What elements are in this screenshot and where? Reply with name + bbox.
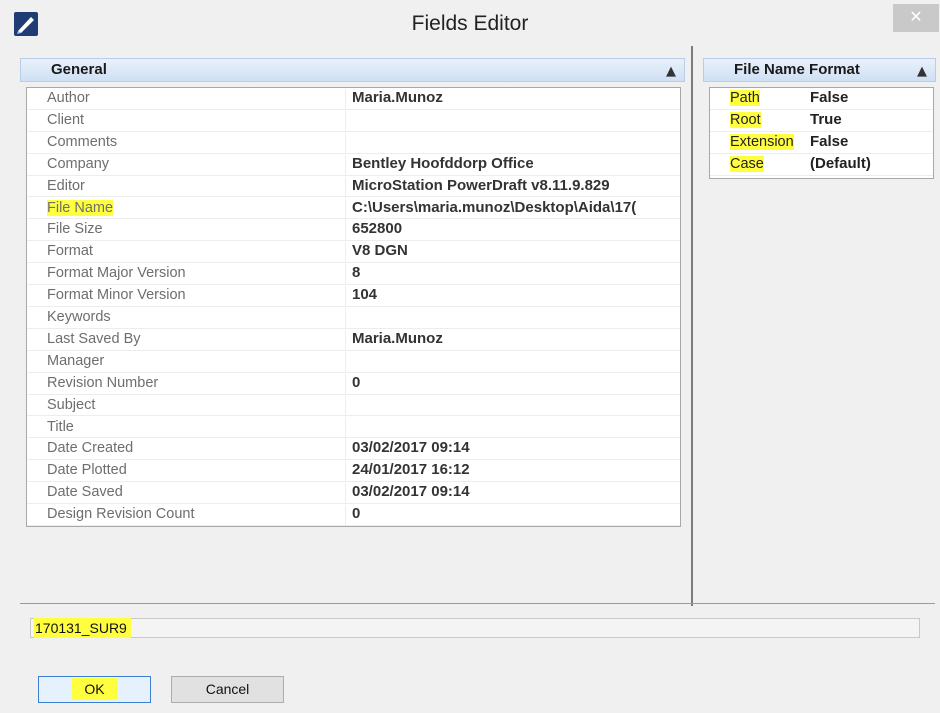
property-value[interactable]: V8 DGN xyxy=(345,242,680,264)
format-option-value[interactable]: True xyxy=(810,111,842,128)
format-option-value[interactable]: False xyxy=(810,133,848,150)
property-name: File Name xyxy=(47,199,114,216)
property-value[interactable]: Bentley Hoofddorp Office xyxy=(345,154,680,176)
property-name: Last Saved By xyxy=(47,330,141,347)
table-row[interactable]: Date Created 03/02/2017 09:14 xyxy=(27,438,680,461)
property-value[interactable]: 24/01/2017 16:12 xyxy=(345,461,680,483)
file-name-format-header-label: File Name Format xyxy=(734,61,860,78)
table-row[interactable]: Root True xyxy=(710,110,933,132)
format-option-name: Case xyxy=(730,156,764,172)
property-value[interactable] xyxy=(345,308,680,329)
property-name: Manager xyxy=(47,352,105,369)
table-row[interactable]: Date Saved 03/02/2017 09:14 xyxy=(27,482,680,505)
cancel-button[interactable]: Cancel xyxy=(171,676,284,703)
property-value[interactable]: 03/02/2017 09:14 xyxy=(345,483,680,505)
properties-table: Author Maria.Munoz Client Comments Company Be… xyxy=(26,87,681,527)
general-header-label: General xyxy=(51,61,107,78)
table-row[interactable]: Extension False xyxy=(710,132,933,154)
property-value[interactable]: 0 xyxy=(345,373,680,395)
property-name: Client xyxy=(47,111,85,128)
property-name: Format Minor Version xyxy=(47,287,186,304)
property-name: Editor xyxy=(47,177,85,194)
property-name: Title xyxy=(47,418,74,435)
property-name: Author xyxy=(47,90,90,106)
ok-button-label: OK xyxy=(72,678,117,700)
property-value[interactable]: 8 xyxy=(345,264,680,286)
property-value[interactable] xyxy=(345,351,680,373)
property-name: Format Major Version xyxy=(47,265,186,282)
file-name-format-table: Path False Root True Extension False Case (Defa… xyxy=(709,87,934,179)
property-name: Subject xyxy=(47,396,96,413)
close-button[interactable]: ✕ xyxy=(893,4,939,32)
property-value[interactable] xyxy=(345,110,680,132)
table-row[interactable]: Revision Number 0 xyxy=(27,373,680,395)
table-row[interactable]: File Name C:\Users\maria.munoz\Desktop\Ai… xyxy=(27,198,680,220)
file-name-format-panel: File Name Format ▲ Path False Root True Exte… xyxy=(703,58,936,182)
format-option-value[interactable]: (Default) xyxy=(810,155,871,172)
property-value[interactable]: MicroStation PowerDraft v8.11.9.829 xyxy=(345,176,680,198)
property-name: Date Saved xyxy=(47,484,123,501)
chevron-up-icon[interactable]: ▲ xyxy=(666,61,676,83)
property-name: Date Created xyxy=(47,440,134,457)
table-row[interactable]: Format Major Version 8 xyxy=(27,263,680,286)
table-row[interactable]: Title xyxy=(27,417,680,439)
table-row[interactable]: Design Revision Count 0 xyxy=(27,504,680,526)
table-row[interactable]: Company Bentley Hoofddorp Office xyxy=(27,154,680,176)
table-row[interactable]: Editor MicroStation PowerDraft v8.11.9.82… xyxy=(27,176,680,198)
property-value[interactable]: Maria.Munoz xyxy=(345,89,680,110)
table-row[interactable]: Author Maria.Munoz xyxy=(27,88,680,110)
property-value[interactable] xyxy=(345,395,680,417)
title-bar: Fields Editor ✕ xyxy=(0,0,940,48)
table-row[interactable]: Format Minor Version 104 xyxy=(27,285,680,308)
property-name: Comments xyxy=(47,133,118,150)
table-row[interactable]: Client xyxy=(27,110,680,132)
ok-button[interactable]: OK xyxy=(38,676,151,703)
table-row[interactable]: Last Saved By Maria.Munoz xyxy=(27,329,680,351)
format-option-name: Path xyxy=(730,90,760,106)
window-title: Fields Editor xyxy=(411,12,529,35)
property-name: Design Revision Count xyxy=(47,506,195,523)
table-row[interactable]: Keywords xyxy=(27,307,680,329)
property-value[interactable]: 03/02/2017 09:14 xyxy=(345,439,680,461)
general-panel: General ▲ Author Maria.Munoz Client Comment… xyxy=(20,58,685,530)
result-value: 170131_SUR9 xyxy=(34,618,131,638)
format-option-name: Extension xyxy=(730,134,794,150)
property-name: File Size xyxy=(47,221,103,238)
table-row[interactable]: Case (Default) xyxy=(710,154,933,176)
divider xyxy=(20,603,935,604)
format-option-value[interactable]: False xyxy=(810,89,848,106)
property-value[interactable] xyxy=(345,132,680,154)
table-row[interactable]: File Size 652800 xyxy=(27,219,680,242)
chevron-up-icon[interactable]: ▲ xyxy=(917,61,927,83)
property-name: Date Plotted xyxy=(47,462,127,479)
property-name: Revision Number xyxy=(47,374,159,391)
property-value[interactable] xyxy=(345,417,680,439)
property-value[interactable]: Maria.Munoz xyxy=(345,329,680,351)
property-name: Format xyxy=(47,243,93,260)
table-row[interactable]: Date Plotted 24/01/2017 16:12 xyxy=(27,460,680,483)
property-value[interactable]: 0 xyxy=(345,505,680,526)
property-value[interactable]: C:\Users\maria.munoz\Desktop\Aida\17( xyxy=(345,198,680,220)
property-value[interactable]: 652800 xyxy=(345,220,680,242)
table-row[interactable]: Manager xyxy=(27,351,680,373)
property-name: Keywords xyxy=(47,309,111,325)
format-option-name: Root xyxy=(730,112,761,128)
table-row[interactable]: Subject xyxy=(27,395,680,417)
file-name-format-header[interactable]: File Name Format ▲ xyxy=(703,58,936,82)
property-name: Company xyxy=(47,155,110,172)
table-row[interactable]: Format V8 DGN xyxy=(27,241,680,264)
table-row[interactable]: Path False xyxy=(710,88,933,110)
vertical-splitter[interactable] xyxy=(691,46,693,606)
property-value[interactable]: 104 xyxy=(345,286,680,308)
general-header[interactable]: General ▲ xyxy=(20,58,685,82)
result-field[interactable]: 170131_SUR9 xyxy=(30,618,920,638)
table-row[interactable]: Comments xyxy=(27,132,680,154)
